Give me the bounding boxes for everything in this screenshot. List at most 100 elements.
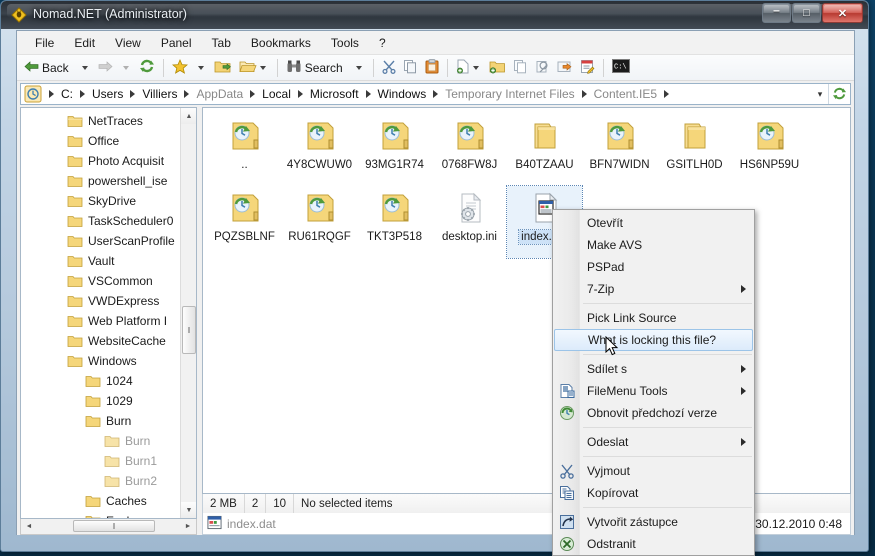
search-dropdown[interactable] [350,57,368,79]
address-bar[interactable]: C: Users Villiers AppData Local Microsof… [20,83,851,105]
tree-hscroll-thumb[interactable]: ‖ [73,520,155,532]
breadcrumb-content-ie5[interactable]: Content.IE5 [591,86,660,102]
file-item-bfn7widn[interactable]: BFN7WIDN [582,114,657,186]
tree-item-caches[interactable]: Caches [21,491,180,511]
address-dropdown-button[interactable]: ▾ [812,89,828,100]
favorites-button[interactable] [169,57,191,79]
scroll-down-button[interactable]: ▼ [181,502,196,518]
breadcrumb-appdata[interactable]: AppData [193,86,246,102]
file-item-b40tzaau[interactable]: B40TZAAU [507,114,582,186]
tree-item-burn-child[interactable]: Burn [21,431,180,451]
maximize-button[interactable]: □ [792,3,821,23]
new-folder-button[interactable] [486,57,509,79]
file-item-parent[interactable]: .. [207,114,282,186]
file-item-gsitlh0d[interactable]: GSITLH0D [657,114,732,186]
address-refresh-button[interactable] [828,84,850,104]
menu-item-tab[interactable]: Tab [202,33,241,53]
breadcrumb-microsoft[interactable]: Microsoft [307,86,362,102]
menu-item-help[interactable]: ? [369,33,396,53]
link-button[interactable] [532,57,553,79]
tree-item-web-platform[interactable]: Web Platform I [21,311,180,331]
tree-vertical-scrollbar[interactable]: ▲ ‖ ▼ [180,108,196,518]
new-file-button[interactable] [453,57,485,79]
context-item-vytvorit-zastupce[interactable]: Vytvořit zástupce [553,511,754,533]
context-item-what-is-locking-this-file[interactable]: What is locking this file? [554,329,753,351]
tree-item-websitecache[interactable]: WebsiteCache [21,331,180,351]
tree-item-1029[interactable]: 1029 [21,391,180,411]
breadcrumb-c[interactable]: C: [58,86,76,102]
minimize-button[interactable]: – [762,3,791,23]
context-item-pick-link-source[interactable]: Pick Link Source [553,307,754,329]
title-bar[interactable]: Nomad.NET (Administrator) – □ ✕ [1,1,868,29]
favorites-dropdown[interactable] [192,57,210,79]
menu-item-panel[interactable]: Panel [151,33,202,53]
scroll-up-button[interactable]: ▲ [181,108,196,124]
context-item-pspad[interactable]: PSPad [553,256,754,278]
file-item-4y8cwuw0[interactable]: 4Y8CWUW0 [282,114,357,186]
console-button[interactable]: C:\ [609,57,633,79]
context-item-kopirovat[interactable]: Kopírovat [553,482,754,504]
tree-item-skydrive[interactable]: SkyDrive [21,191,180,211]
context-item-odeslat[interactable]: Odeslat [553,431,754,453]
search-button[interactable]: Search [283,57,349,79]
menu-item-tools[interactable]: Tools [321,33,369,53]
context-menu[interactable]: Otevřít Make AVS PSPad 7-Zip Pick Link S… [552,209,755,556]
move-button[interactable] [554,57,576,79]
file-item-hs6np59u[interactable]: HS6NP59U [732,114,807,186]
menu-item-edit[interactable]: Edit [64,33,105,53]
folder-tree[interactable]: NetTraces Office Photo Acquisit powershe… [20,107,197,519]
file-item-0768fw8j[interactable]: 0768FW8J [432,114,507,186]
context-item-odstranit[interactable]: Odstranit [553,533,754,555]
tree-item-photo-acquisit[interactable]: Photo Acquisit [21,151,180,171]
breadcrumb-temporary-internet-files[interactable]: Temporary Internet Files [442,86,577,102]
folder-dropdown-button[interactable] [236,57,272,79]
tree-item-burn[interactable]: Burn [21,411,180,431]
file-item-tkt3p518[interactable]: TKT3P518 [357,186,432,258]
tree-scroll-thumb[interactable]: ‖ [182,306,196,354]
tree-item-explorer[interactable]: Explorer [21,511,180,518]
menu-item-view[interactable]: View [105,33,151,53]
file-item-desktop-ini[interactable]: desktop.ini [432,186,507,258]
file-item-93mg1r74[interactable]: 93MG1R74 [357,114,432,186]
file-item-pqzsblnf[interactable]: PQZSBLNF [207,186,282,258]
tree-item-nettraces[interactable]: NetTraces [21,111,180,131]
tree-item-office[interactable]: Office [21,131,180,151]
file-item-ru61rqgf[interactable]: RU61RQGF [282,186,357,258]
context-item-7zip[interactable]: 7-Zip [553,278,754,300]
paste-button[interactable] [422,57,442,79]
tree-item-vscommon[interactable]: VSCommon [21,271,180,291]
edit-button[interactable] [577,57,598,79]
context-item-obnovit-predchozi-verze[interactable]: Obnovit předchozí verze [553,402,754,424]
tree-item-1024[interactable]: 1024 [21,371,180,391]
open-folder-button[interactable] [211,57,235,79]
breadcrumb-local[interactable]: Local [259,86,294,102]
cut-button[interactable] [379,57,399,79]
tree-horizontal-scrollbar[interactable]: ◄ ‖ ► [20,519,197,535]
tree-item-burn1[interactable]: Burn1 [21,451,180,471]
context-item-filemenu-tools[interactable]: FileMenu Tools [553,380,754,402]
copy-button[interactable] [400,57,421,79]
tree-item-burn2[interactable]: Burn2 [21,471,180,491]
menu-item-file[interactable]: File [25,33,64,53]
breadcrumb-villiers[interactable]: Villiers [139,86,180,102]
back-dropdown[interactable] [76,57,94,79]
scroll-right-button[interactable]: ► [180,520,196,534]
context-item-make-avs[interactable]: Make AVS [553,234,754,256]
context-item-otevrit[interactable]: Otevřít [553,212,754,234]
back-button[interactable]: Back [21,57,75,79]
breadcrumb-windows[interactable]: Windows [375,86,430,102]
tree-item-windows[interactable]: Windows [21,351,180,371]
tree-item-userscanprofile[interactable]: UserScanProfile [21,231,180,251]
tree-item-vault[interactable]: Vault [21,251,180,271]
tree-item-powershell-ise[interactable]: powershell_ise [21,171,180,191]
tree-item-vwdexpress[interactable]: VWDExpress [21,291,180,311]
context-item-vyjmout[interactable]: Vyjmout [553,460,754,482]
history-icon[interactable] [24,85,42,103]
duplicate-button[interactable] [510,57,531,79]
close-button[interactable]: ✕ [822,3,863,23]
menu-item-bookmarks[interactable]: Bookmarks [241,33,321,53]
scroll-left-button[interactable]: ◄ [21,520,37,534]
breadcrumb-users[interactable]: Users [89,86,126,102]
context-item-sdilet-s[interactable]: Sdílet s [553,358,754,380]
tree-item-taskscheduler[interactable]: TaskScheduler0 [21,211,180,231]
